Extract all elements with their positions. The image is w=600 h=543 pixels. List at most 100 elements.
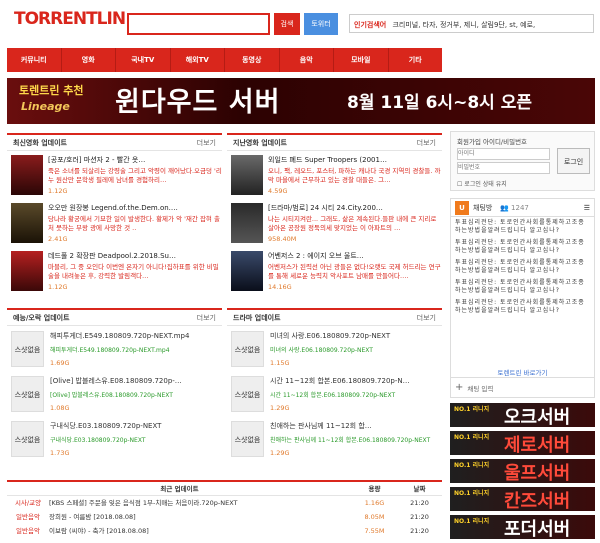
row-category[interactable]: 시사/교양 [7,496,49,510]
row-title[interactable]: 이보람 (씨야) - 축가 [2018.08.08] [49,524,352,538]
list-item[interactable]: 외일드 폐드 Super Troopers (2001… 오니, 팩, 레오드, … [231,155,442,199]
item-title[interactable]: 외일드 폐드 Super Troopers (2001… [268,155,442,165]
item-title[interactable]: 시간 11~12회 합본.E06.180809.720p-N… [270,376,440,386]
table-row[interactable]: 시사/교양 [KBS 스페셜] 주문을 잊은 음식점 1부-치매는 처음이라.72… [7,496,442,510]
chat-title: 채팅방 [473,203,493,212]
row-size: 7.55M [364,527,385,535]
poster-image[interactable] [231,251,263,291]
chat-message: 투표심리전단: 토로인간사회를통제하고조종하는방법을알려드립니다 알고십나? [455,279,585,294]
item-title[interactable]: 구내식당.E03.180809.720p-NEXT [50,421,220,431]
keep-login-checkbox[interactable]: ☐ 로그인 상태 유지 [457,179,507,188]
more-link[interactable]: 더보기 [197,135,216,150]
chat-message: 투표심리전단: 토로인간사회를통제하고조종하는방법을알려드립니다 알고십나? [455,219,585,234]
search-input[interactable] [127,13,270,35]
list-item[interactable]: [드라마/범로] 24 시티 24.City.200… 나는 시티지켜란... 그… [231,203,442,247]
list-item[interactable]: 스샷없음 미녀의 사랑.E06.180809.720p-NEXT 미녀의 사랑.E0… [231,331,442,371]
menu-icon[interactable]: ☰ [584,204,590,212]
list-item[interactable]: 스샷없음 해피투게더.E549.180809.720p-NEXT.mp4 해피투게더… [11,331,222,371]
item-file: 친애하는 판사님께 11~12회 합본.E06.180809.720p-NEXT [270,437,431,444]
torrent-button[interactable]: 토위터 [304,13,338,35]
row-category[interactable]: 일반음악 [7,524,49,538]
ad-title: 칸즈서버 [504,491,571,511]
list-item[interactable]: 스샷없음 [Olive] 밥블레스유.E08.180809.720p-… [Oliv… [11,376,222,416]
poster-image[interactable] [11,203,43,243]
poster-image[interactable] [11,251,43,291]
popular-searches: 인기검색어 크리미널, 타자, 정거부, 제니, 살림9단, st, 예로, [349,14,594,33]
poster-image[interactable] [231,203,263,243]
nav-music[interactable]: 음악 [280,48,334,72]
list-item[interactable]: 데드풀 2 확장판 Deadpool.2.2018.Su… 마블리, 그 중 오인… [11,251,222,295]
nav-video[interactable]: 동영상 [225,48,280,72]
nav-etc[interactable]: 기타 [389,48,443,72]
item-size: 14.16G [268,283,292,291]
password-input[interactable] [457,162,550,174]
panel-title: 최신영화 업데이트 [13,139,67,147]
nav-korean-tv[interactable]: 국내TV [116,48,171,72]
row-category[interactable]: 일반음악 [7,510,49,524]
more-link[interactable]: 더보기 [417,310,436,325]
previous-movies-panel: 지난영화 업데이트 더보기 외일드 폐드 Super Troopers (2001… [227,133,442,301]
item-title[interactable]: 해피투게더.E549.180809.720p-NEXT.mp4 [50,331,220,341]
item-title[interactable]: [Olive] 밥블레스유.E08.180809.720p-… [50,376,220,386]
item-title[interactable]: 미녀의 사랑.E06.180809.720p-NEXT [270,331,440,341]
item-file: 시간 11~12회 합본.E06.180809.720p-NEXT [270,392,396,399]
ad-banner[interactable]: NO.1 리니지 제로서버 [450,431,595,455]
ad-title: 울프서버 [504,463,571,483]
row-size: 8.05M [364,513,385,521]
banner-line3: 윈다우드 서버 [115,87,281,118]
item-size: 4.59G [268,187,288,195]
nav-movies[interactable]: 영화 [62,48,116,72]
recent-title: 최근 업데이트 [160,485,199,493]
site-logo[interactable]: TORRENTLIN [14,9,126,39]
login-button[interactable]: 로그인 [557,148,590,174]
no-screenshot: 스샷없음 [231,331,264,367]
banner-line1: 토렌트린 추천 [19,84,84,97]
row-title[interactable]: 장희원 - 여름밤 [2018.08.08] [49,510,352,524]
row-date: 21:20 [410,513,429,521]
table-row[interactable]: 일반음악 장희원 - 여름밤 [2018.08.08] 8.05M 21:20 [7,510,442,524]
torrentlin-link[interactable]: 토렌트린 바로가기 [451,367,594,377]
item-size: 1.69G [50,359,70,367]
more-link[interactable]: 더보기 [197,310,216,325]
popular-terms[interactable]: 크리미널, 타자, 정거부, 제니, 살림9단, st, 예로, [392,21,535,29]
no-screenshot: 스샷없음 [231,376,264,412]
row-title[interactable]: [KBS 스페셜] 주문을 잊은 음식점 1부-치매는 처음이라.720p-NE… [49,496,352,510]
nav-community[interactable]: 커뮤니티 [7,48,62,72]
promo-banner[interactable]: 토렌트린 추천 Lineage 윈다우드 서버 8월 11일 6시~8시 오픈 [7,78,595,124]
ad-banner[interactable]: NO.1 리니지 칸즈서버 [450,487,595,511]
list-item[interactable]: 어벤저스 2 : 에이지 오브 울트… 어벤저스가 된력선 아닌 광들은 없다!오… [231,251,442,295]
list-item[interactable]: 오오만 원장봉 Legend.of.the.Dem.on.… 당나라 황궁에서 기… [11,203,222,247]
item-size: 958.40M [268,235,297,243]
item-title[interactable]: [공포/호러] 마션자 2 - 빨간 옷… [48,155,222,165]
item-title[interactable]: 오오만 원장봉 Legend.of.the.Dem.on.… [48,203,222,213]
ad-tag: NO.1 리니지 [454,434,490,441]
list-item[interactable]: 스샷없음 친애하는 판사님께 11~12회 합… 친애하는 판사님께 11~12회 … [231,421,442,461]
nav-mobile[interactable]: 모바일 [334,48,389,72]
poster-image[interactable] [231,155,263,195]
chat-message: 투표심리전단: 토로인간사회를통제하고조종하는방법을알려드립니다 알고십나? [455,259,585,274]
item-file: 해피투게더.E549.180809.720p-NEXT.mp4 [50,347,170,354]
item-title[interactable]: 친애하는 판사님께 11~12회 합… [270,421,440,431]
no-screenshot: 스샷없음 [11,421,44,457]
item-size: 1.12G [48,283,68,291]
poster-image[interactable] [11,155,43,195]
table-row[interactable]: 일반음악 이보람 (씨야) - 축가 [2018.08.08] 7.55M 21:20 [7,524,442,538]
ad-banner[interactable]: NO.1 리니지 오크서버 [450,403,595,427]
id-input[interactable] [457,148,550,160]
ad-banner[interactable]: NO.1 리니지 포더서버 [450,515,595,539]
list-item[interactable]: 스샷없음 시간 11~12회 합본.E06.180809.720p-N… 시간 11… [231,376,442,416]
drama-panel: 드라마 업데이트 더보기 스샷없음 미녀의 사랑.E06.180809.720p-N… [227,308,442,473]
nav-foreign-tv[interactable]: 해외TV [171,48,225,72]
more-link[interactable]: 더보기 [417,135,436,150]
item-title[interactable]: [드라마/범로] 24 시티 24.City.200… [268,203,442,213]
plus-icon[interactable]: + [455,382,463,393]
item-size: 2.41G [48,235,68,243]
search-button[interactable]: 검색 [274,13,300,35]
list-item[interactable]: 스샷없음 구내식당.E03.180809.720p-NEXT 구내식당.E03.18… [11,421,222,461]
chat-input[interactable]: 채팅 입력 [467,383,493,393]
item-title[interactable]: 어벤저스 2 : 에이지 오브 울트… [268,251,442,261]
list-item[interactable]: [공포/호러] 마션자 2 - 빨간 옷… 죽은 소녀를 되살리는 강령술 그리고… [11,155,222,199]
signup-links[interactable]: 회원가입 아이디/비밀번호 [457,136,527,146]
item-title[interactable]: 데드풀 2 확장판 Deadpool.2.2018.Su… [48,251,222,261]
ad-banner[interactable]: NO.1 리니지 울프서버 [450,459,595,483]
